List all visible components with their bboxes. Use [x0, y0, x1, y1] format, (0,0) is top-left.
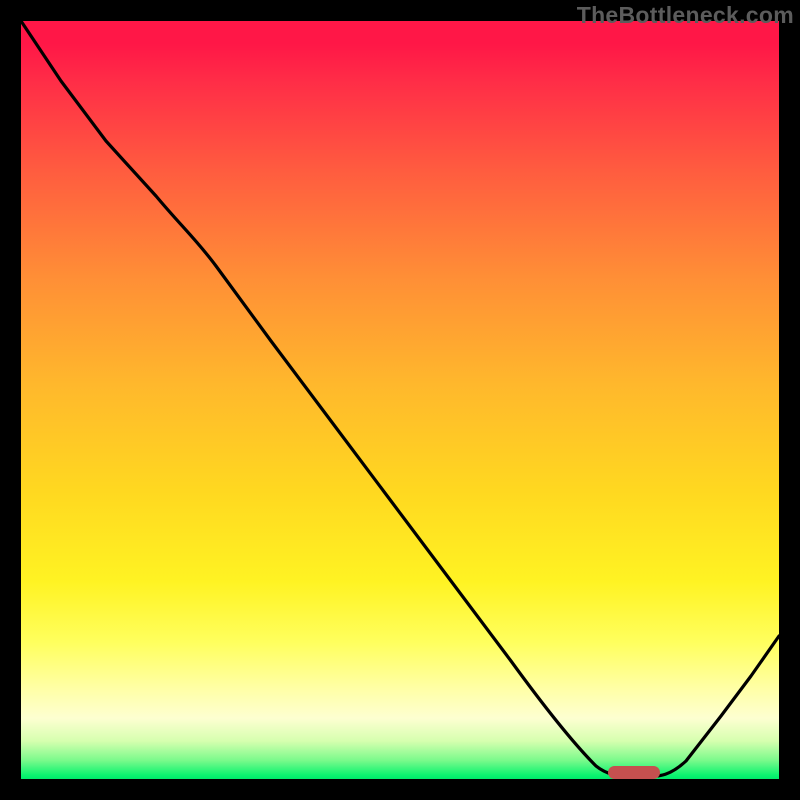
bottleneck-curve: [21, 21, 779, 779]
watermark-text: TheBottleneck.com: [577, 2, 794, 29]
optimal-marker: [608, 766, 660, 779]
chart-frame: [21, 21, 779, 779]
